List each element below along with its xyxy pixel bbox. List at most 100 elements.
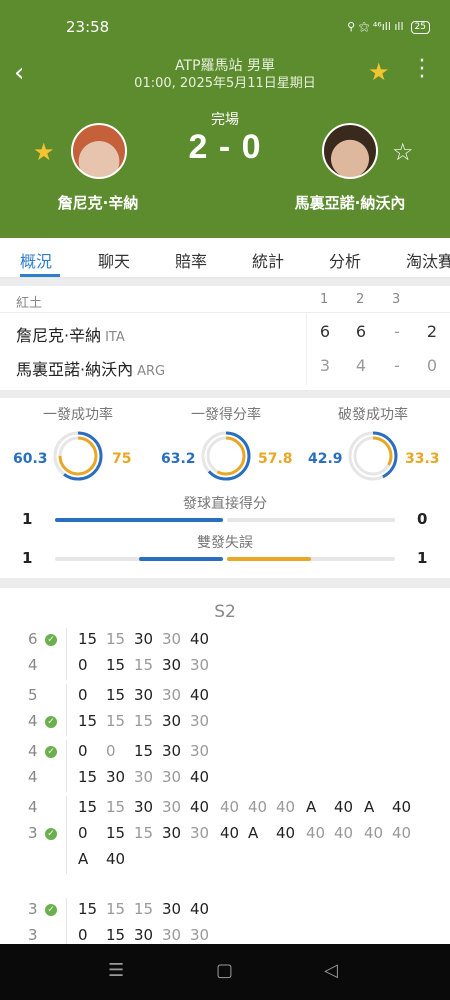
- point-score: 40: [392, 824, 412, 842]
- point-score: 0: [78, 824, 88, 842]
- point-score: 0: [78, 926, 88, 944]
- point-score: 40: [248, 798, 268, 816]
- tab-stats[interactable]: 統計: [252, 248, 284, 272]
- player1-name[interactable]: 詹尼克·辛納: [28, 192, 168, 213]
- winner-check-icon: ✓: [45, 904, 57, 916]
- system-nav-bar: ☰ ▢ ◁: [0, 944, 450, 1000]
- point-score: 40: [276, 824, 296, 842]
- table-player2-name[interactable]: 馬裏亞諾·納沃內 ARG: [16, 356, 165, 380]
- point-score: 30: [162, 926, 182, 944]
- point-score: A: [306, 798, 317, 816]
- stat-value-player1: 60.3: [13, 451, 48, 467]
- point-score: 40: [220, 824, 240, 842]
- point-score: 15: [78, 768, 98, 786]
- point-score: 15: [134, 712, 154, 730]
- point-score: 40: [190, 900, 210, 918]
- point-score: 15: [106, 798, 126, 816]
- nationality: ITA: [105, 330, 125, 345]
- bar-fill-player2: [227, 557, 311, 561]
- bar-value-player1: 1: [22, 549, 33, 567]
- status-icons: ⚲ ⚝ ⁴⁶ıll ıll 25: [347, 20, 430, 34]
- table-player1-name[interactable]: 詹尼克·辛納 ITA: [16, 322, 125, 346]
- tab-overview[interactable]: 概況: [20, 248, 52, 272]
- divider: [66, 684, 67, 736]
- bar-value-player2: 1: [417, 549, 428, 567]
- favorite-star-icon[interactable]: ★: [368, 58, 390, 86]
- point-score: 30: [134, 768, 154, 786]
- stats-panel: 一發成功率 一發得分率 破發成功率 60.3 75 63.2 57.8 42.9…: [0, 398, 450, 578]
- game-score: 5: [28, 686, 38, 704]
- point-score: 15: [78, 900, 98, 918]
- divider: [0, 312, 450, 313]
- game-score: 3: [28, 926, 38, 944]
- menu-nav-icon[interactable]: ☰: [108, 960, 124, 981]
- bar-title: 發球直接得分: [183, 496, 267, 512]
- point-score: 40: [220, 798, 240, 816]
- point-score: 30: [162, 900, 182, 918]
- bar-fill-player1: [139, 557, 223, 561]
- divider: [66, 628, 67, 680]
- total-score: 2: [426, 322, 438, 341]
- point-score: 15: [106, 926, 126, 944]
- point-score: 0: [78, 656, 88, 674]
- divider: [66, 898, 67, 944]
- point-score: 15: [106, 686, 126, 704]
- point-score: 40: [334, 824, 354, 842]
- player1-favorite-star-icon[interactable]: ★: [33, 138, 55, 166]
- ring-chart: [53, 431, 103, 481]
- point-score: 0: [106, 742, 116, 760]
- set-header: 2: [356, 292, 365, 307]
- point-score: 15: [78, 712, 98, 730]
- winner-check-icon: ✓: [45, 828, 57, 840]
- stat-value-player2: 75: [112, 451, 132, 467]
- point-score: 15: [106, 824, 126, 842]
- stat-value-player1: 42.9: [308, 451, 343, 467]
- bar-value-player1: 1: [22, 510, 33, 528]
- set-score-table: 紅土 1 2 3 詹尼克·辛納 ITA 6 6 - 2 馬裏亞諾·納沃內 ARG 3…: [0, 286, 450, 390]
- point-score: 30: [134, 686, 154, 704]
- point-score: 15: [106, 712, 126, 730]
- point-score: 30: [162, 686, 182, 704]
- player2-name[interactable]: 馬裏亞諾·納沃內: [280, 192, 420, 213]
- battery-icon: 25: [410, 20, 430, 34]
- point-score: 40: [106, 850, 126, 868]
- match-score: 2 - 0: [188, 128, 262, 166]
- player-name: 詹尼克·辛納: [16, 326, 102, 345]
- point-score: 15: [106, 630, 126, 648]
- set-score: -: [394, 356, 400, 375]
- more-options-icon[interactable]: · · ·: [416, 51, 428, 89]
- home-nav-icon[interactable]: ▢: [216, 960, 233, 981]
- game-score: 4: [28, 712, 38, 730]
- point-score: 0: [78, 686, 88, 704]
- divider: [306, 313, 307, 385]
- player2-favorite-star-icon[interactable]: ☆: [392, 138, 414, 166]
- point-score: 15: [134, 742, 154, 760]
- tab-odds[interactable]: 賠率: [175, 248, 207, 272]
- winner-check-icon: ✓: [45, 634, 57, 646]
- match-status: 完場: [211, 112, 239, 128]
- point-score: 0: [78, 742, 88, 760]
- point-score: 40: [306, 824, 326, 842]
- signal-icons: ⚲ ⚝ ⁴⁶ıll ıll: [347, 20, 404, 33]
- back-nav-icon[interactable]: ◁: [324, 960, 338, 981]
- set-label[interactable]: S2: [0, 602, 450, 622]
- tab-analysis[interactable]: 分析: [329, 248, 361, 272]
- stat-value-player2: 57.8: [258, 451, 293, 467]
- game-score: 3: [28, 824, 38, 842]
- surface-label: 紅土: [16, 296, 43, 311]
- nationality: ARG: [137, 364, 166, 379]
- game-score: 4: [28, 656, 38, 674]
- player1-avatar[interactable]: [71, 123, 127, 179]
- status-time: 23:58: [66, 18, 110, 36]
- bar-title: 雙發失誤: [197, 535, 253, 551]
- tab-knockout[interactable]: 淘汰賽: [406, 248, 450, 272]
- player2-avatar[interactable]: [322, 123, 378, 179]
- bar-track-right: [227, 557, 395, 561]
- game-score: 4: [28, 768, 38, 786]
- tab-chat[interactable]: 聊天: [98, 248, 130, 272]
- point-score: 30: [162, 768, 182, 786]
- stat-value-player1: 63.2: [161, 451, 196, 467]
- set-score: 6: [319, 322, 331, 341]
- set-score: 3: [319, 356, 331, 375]
- point-score: 30: [162, 656, 182, 674]
